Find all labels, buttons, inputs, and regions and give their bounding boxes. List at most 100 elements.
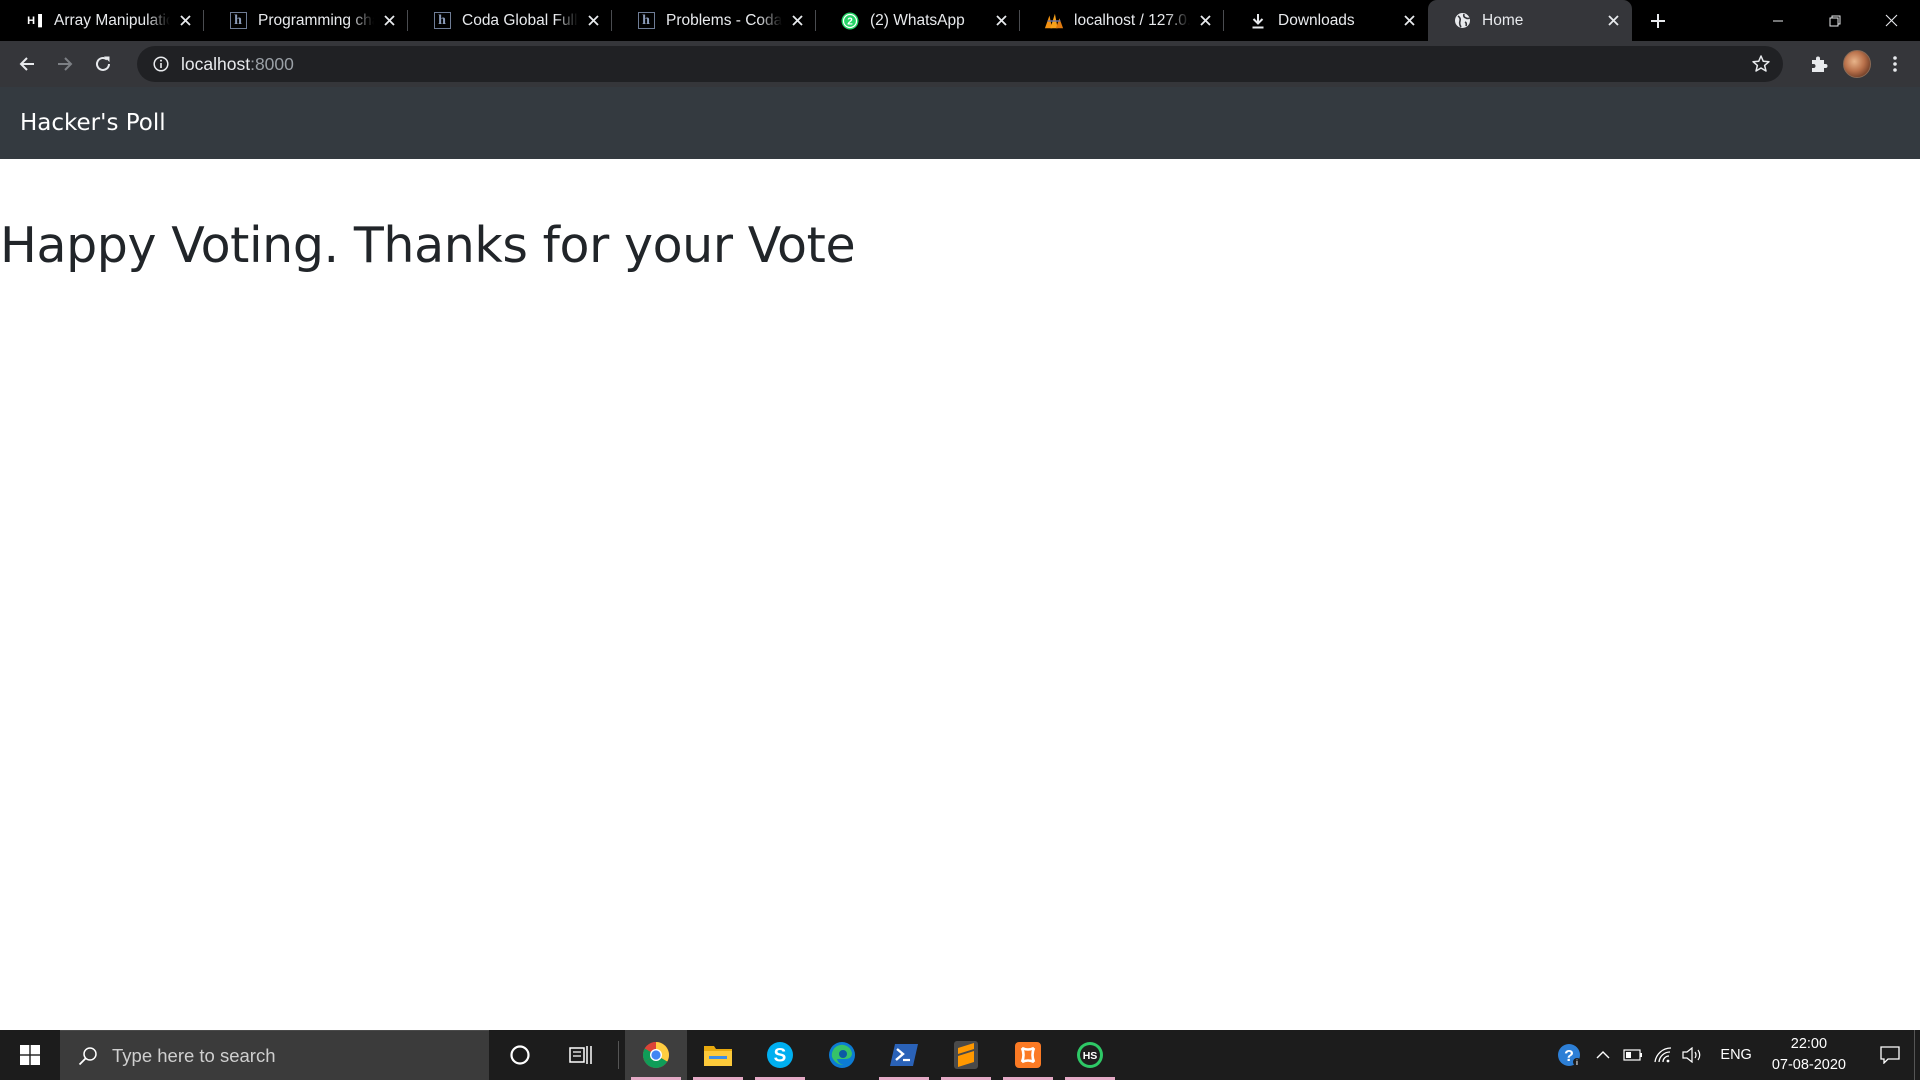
show-desktop-button[interactable] (1914, 1030, 1920, 1080)
powershell-icon (890, 1044, 918, 1066)
tab-title: localhost / 127.0.0.1 (1074, 11, 1190, 29)
taskbar-sublime-text[interactable] (935, 1030, 997, 1080)
whatsapp-icon: 2 (840, 11, 860, 31)
start-button[interactable] (0, 1030, 60, 1080)
battery-icon[interactable] (1618, 1030, 1648, 1080)
close-tab-icon[interactable] (176, 12, 194, 30)
browser-toolbar: localhost:8000 (0, 41, 1920, 87)
close-tab-icon[interactable] (380, 12, 398, 30)
close-tab-icon[interactable] (992, 12, 1010, 30)
tab-phpmyadmin[interactable]: localhost / 127.0.0.1 (1020, 0, 1224, 41)
navbar: Hacker's Poll (0, 87, 1920, 159)
hackerearth-icon: h (432, 11, 452, 31)
taskbar-xampp[interactable] (997, 1030, 1059, 1080)
navbar-brand-link[interactable]: Hacker's Poll (20, 110, 166, 136)
close-tab-icon[interactable] (1400, 12, 1418, 30)
windows-logo-icon (20, 1045, 40, 1065)
reload-icon (96, 56, 110, 71)
search-placeholder: Type here to search (112, 1044, 276, 1066)
tab-coda-global-fullstack[interactable]: h Coda Global FullStack (408, 0, 612, 41)
taskbar-clock[interactable]: 22:00 07-08-2020 (1772, 1034, 1846, 1076)
taskbar-powershell[interactable] (873, 1030, 935, 1080)
task-view-button[interactable] (550, 1030, 611, 1080)
arrow-right-icon (58, 57, 73, 71)
tab-title: (2) WhatsApp (870, 11, 965, 29)
taskbar-separator (611, 1030, 625, 1080)
page-title: Happy Voting. Thanks for your Vote (0, 217, 856, 274)
web-page: Hacker's Poll Happy Voting. Thanks for y… (0, 87, 1920, 1030)
forward-button[interactable] (46, 45, 84, 83)
skype-icon: S (767, 1042, 793, 1068)
new-tab-button[interactable] (1638, 0, 1678, 41)
taskbar-search-box[interactable]: Type here to search (60, 1030, 489, 1080)
notification-icon (1880, 1046, 1900, 1064)
chrome-menu-button[interactable] (1876, 45, 1914, 83)
tab-problems-coda-global[interactable]: h Problems - Coda Global (612, 0, 816, 41)
taskbar-hackerrank[interactable]: HS (1059, 1030, 1121, 1080)
close-tab-icon[interactable] (1196, 12, 1214, 30)
tab-title: Programming challenges (258, 11, 374, 29)
taskbar-chrome[interactable] (625, 1030, 687, 1080)
avatar (1843, 50, 1871, 78)
clock-date: 07-08-2020 (1771, 1057, 1846, 1073)
url-text: localhost:8000 (181, 54, 294, 75)
tab-programming-challenges[interactable]: h Programming challenges (204, 0, 408, 41)
close-window-button[interactable] (1863, 0, 1920, 41)
cortana-icon (509, 1045, 530, 1065)
hackerearth-icon: h (636, 11, 656, 31)
tab-list: H▐ Array Manipulation h Programming chal… (0, 0, 1632, 41)
hackerearth-icon: h (228, 11, 248, 31)
chrome-icon (642, 1042, 670, 1069)
bookmark-star-icon[interactable] (1749, 52, 1773, 76)
show-hidden-icons-button[interactable] (1588, 1030, 1618, 1080)
address-bar[interactable]: localhost:8000 (137, 46, 1783, 82)
toolbar-right (1800, 41, 1920, 87)
close-tab-icon[interactable] (788, 12, 806, 30)
tab-title: Problems - Coda Global (666, 11, 782, 29)
extensions-button[interactable] (1800, 45, 1838, 83)
profile-button[interactable] (1838, 45, 1876, 83)
task-view-icon (568, 1046, 592, 1064)
file-explorer-icon (704, 1046, 732, 1066)
tab-title: Downloads (1278, 11, 1355, 29)
puzzle-icon (1812, 56, 1828, 72)
svg-text:i: i (1576, 1060, 1578, 1067)
taskbar-file-explorer[interactable] (687, 1030, 749, 1080)
kebab-menu-icon (1893, 56, 1897, 72)
search-icon (76, 1044, 100, 1068)
sublime-text-icon (954, 1041, 978, 1069)
taskbar-edge[interactable] (811, 1030, 873, 1080)
restore-button[interactable] (1806, 0, 1863, 41)
close-tab-icon[interactable] (584, 12, 602, 30)
tab-array-manipulation[interactable]: H▐ Array Manipulation (0, 0, 204, 41)
back-button[interactable] (8, 45, 46, 83)
tab-title: Coda Global FullStack (462, 11, 578, 29)
window-controls (1749, 0, 1920, 41)
minimize-icon (1772, 20, 1783, 21)
minimize-button[interactable] (1749, 0, 1806, 41)
hackerrank-icon: H▐ (27, 14, 42, 27)
plus-icon (1651, 13, 1665, 28)
taskbar-skype[interactable]: S (749, 1030, 811, 1080)
url-host: localhost (181, 53, 251, 74)
svg-text:?: ? (1565, 1048, 1575, 1065)
tab-home[interactable]: Home (1428, 0, 1632, 41)
tab-whatsapp[interactable]: 2 (2) WhatsApp (816, 0, 1020, 41)
close-icon (1885, 14, 1898, 27)
close-tab-icon[interactable] (1604, 12, 1622, 30)
hackerrank-desktop-icon: HS (1077, 1042, 1103, 1068)
cortana-button[interactable] (489, 1030, 550, 1080)
globe-icon (1452, 11, 1472, 31)
site-info-icon[interactable] (141, 46, 181, 82)
reload-button[interactable] (84, 45, 122, 83)
tab-title: Array Manipulation (54, 11, 170, 29)
action-center-button[interactable] (1866, 1030, 1914, 1080)
input-language-indicator[interactable]: ENG (1720, 1047, 1751, 1063)
wifi-icon[interactable] (1648, 1030, 1678, 1080)
tab-downloads[interactable]: Downloads (1224, 0, 1428, 41)
screen: H▐ Array Manipulation h Programming chal… (0, 0, 1920, 1080)
tray-help-icon[interactable]: ? i (1552, 1030, 1588, 1080)
phpmyadmin-icon (1044, 11, 1064, 31)
svg-text:HS: HS (1083, 1050, 1098, 1062)
volume-icon[interactable] (1678, 1030, 1708, 1080)
